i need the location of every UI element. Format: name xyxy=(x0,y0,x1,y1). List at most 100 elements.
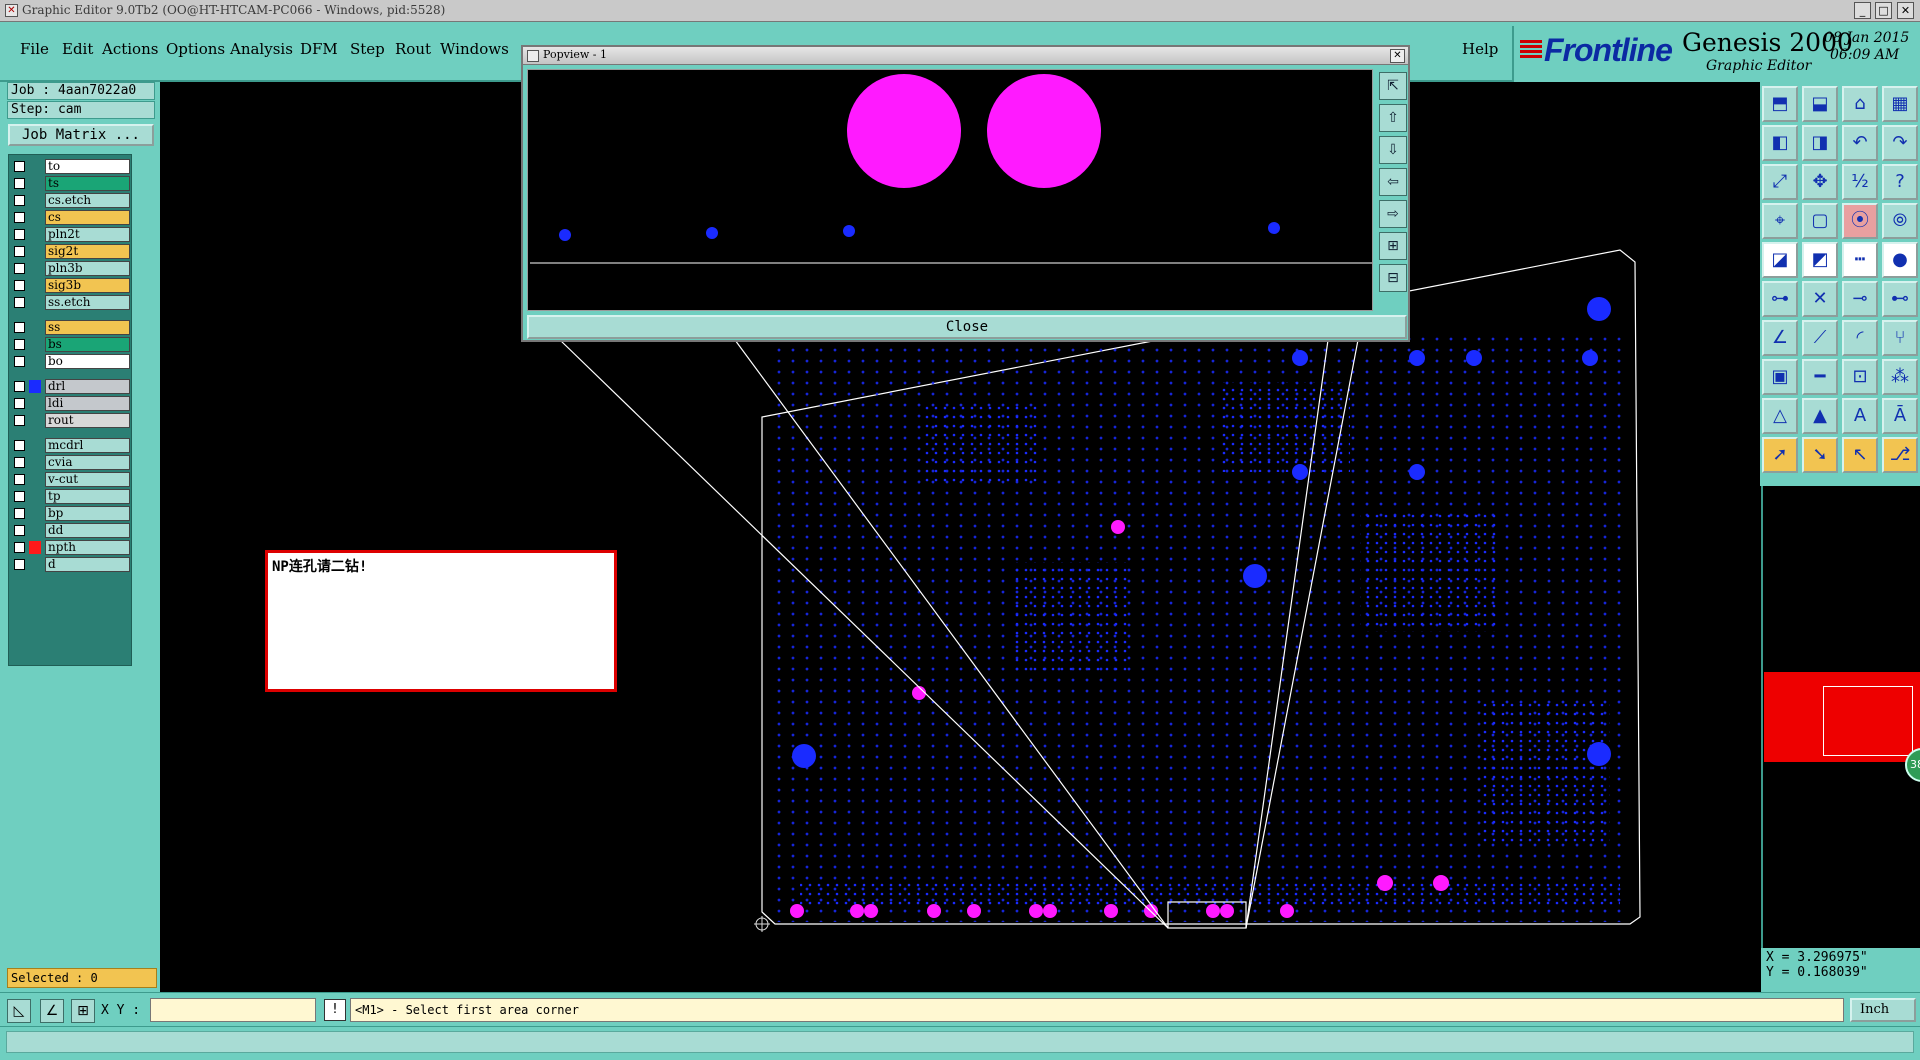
layer-row-d[interactable]: d xyxy=(12,557,130,572)
layer-row-to[interactable]: to xyxy=(12,159,130,174)
pointer2-icon[interactable]: ➘ xyxy=(1802,437,1838,473)
pad-icon[interactable]: ▣ xyxy=(1762,359,1798,395)
layer-checkbox[interactable] xyxy=(14,440,25,451)
zoom-center-icon[interactable]: ✥ xyxy=(1802,164,1838,200)
layer-row-drl[interactable]: drl xyxy=(12,379,130,394)
select-tool-icon[interactable]: ◺ xyxy=(7,999,31,1023)
layer-checkbox[interactable] xyxy=(14,195,25,206)
layer-row-ts[interactable]: ts xyxy=(12,176,130,191)
line-dash-icon[interactable]: ┅ xyxy=(1842,242,1878,278)
close-window-button[interactable]: ✕ xyxy=(1897,2,1914,19)
popview-right-icon[interactable]: ⇨ xyxy=(1379,200,1407,228)
layer-name[interactable]: sig2t xyxy=(45,244,130,259)
layer-name[interactable]: ss xyxy=(45,320,130,335)
layer-name[interactable]: bp xyxy=(45,506,130,521)
layer-checkbox[interactable] xyxy=(14,415,25,426)
layer-checkbox[interactable] xyxy=(14,491,25,502)
a-icon[interactable]: A xyxy=(1842,398,1878,434)
layer-checkbox[interactable] xyxy=(14,525,25,536)
popview-left-icon[interactable]: ⇦ xyxy=(1379,168,1407,196)
help-icon[interactable]: ? xyxy=(1882,164,1918,200)
layer-row-v-cut[interactable]: v-cut xyxy=(12,472,130,487)
layer-name[interactable]: ldi xyxy=(45,396,130,411)
layer-row-rout[interactable]: rout xyxy=(12,413,130,428)
maximize-button[interactable]: □ xyxy=(1875,2,1892,19)
layer-row-cs[interactable]: cs xyxy=(12,210,130,225)
layer-row-pln3b[interactable]: pln3b xyxy=(12,261,130,276)
layer-name[interactable]: dd xyxy=(45,523,130,538)
layer-row-pln2t[interactable]: pln2t xyxy=(12,227,130,242)
layer-name[interactable]: pln2t xyxy=(45,227,130,242)
layer-checkbox[interactable] xyxy=(14,229,25,240)
layer-name[interactable]: d xyxy=(45,557,130,572)
popview-close-button[interactable]: Close xyxy=(527,315,1407,339)
layer-checkbox[interactable] xyxy=(14,161,25,172)
popview-zoom-fit-icon[interactable]: ⇱ xyxy=(1379,72,1407,100)
layer-checkbox[interactable] xyxy=(14,322,25,333)
save-icon[interactable]: ⬓ xyxy=(1802,86,1838,122)
layer-checkbox[interactable] xyxy=(14,212,25,223)
layer-checkbox[interactable] xyxy=(14,381,25,392)
minimap[interactable]: 38 xyxy=(1761,486,1920,948)
menu-dfm[interactable]: DFM xyxy=(300,40,338,58)
pointer-icon[interactable]: ➚ xyxy=(1762,437,1798,473)
grid-icon[interactable]: ▦ xyxy=(1882,86,1918,122)
layer-row-ss[interactable]: ss xyxy=(12,320,130,335)
popview-zoom-in-icon[interactable]: ⊞ xyxy=(1379,232,1407,260)
feature-add-icon[interactable]: ◪ xyxy=(1762,242,1798,278)
zoom-fit-icon[interactable]: ⤢ xyxy=(1762,164,1798,200)
layer-name[interactable]: cs.etch xyxy=(45,193,130,208)
layer-checkbox[interactable] xyxy=(14,559,25,570)
layer-name[interactable]: cs xyxy=(45,210,130,225)
triangle-fill-icon[interactable]: ▲ xyxy=(1802,398,1838,434)
layer-row-sig3b[interactable]: sig3b xyxy=(12,278,130,293)
signal-red-icon[interactable]: ⦿ xyxy=(1842,203,1878,239)
layer-name[interactable]: v-cut xyxy=(45,472,130,487)
layer-checkbox[interactable] xyxy=(14,508,25,519)
layer-checkbox[interactable] xyxy=(14,246,25,257)
layer-row-ss-etch[interactable]: ss.etch xyxy=(12,295,130,310)
arc-icon[interactable]: ◜ xyxy=(1842,320,1878,356)
angle-icon[interactable]: ∠ xyxy=(1762,320,1798,356)
minimap-view-frame[interactable] xyxy=(1823,686,1913,756)
layer-checkbox[interactable] xyxy=(14,263,25,274)
signal-blue-icon[interactable]: ⦾ xyxy=(1882,203,1918,239)
measure-tool-icon[interactable]: ∠ xyxy=(40,999,64,1023)
layer-checkbox[interactable] xyxy=(14,457,25,468)
layer-checkbox[interactable] xyxy=(14,280,25,291)
next-icon[interactable]: ◨ xyxy=(1802,125,1838,161)
layer-name[interactable]: cvia xyxy=(45,455,130,470)
layer-name[interactable]: to xyxy=(45,159,130,174)
layer-checkbox[interactable] xyxy=(14,474,25,485)
layer-name[interactable]: sig3b xyxy=(45,278,130,293)
layer-name[interactable]: ss.etch xyxy=(45,295,130,310)
layer-name[interactable]: bo xyxy=(45,354,130,369)
segment-icon[interactable]: ━ xyxy=(1802,359,1838,395)
menu-analysis[interactable]: Analysis xyxy=(230,40,293,58)
layer-name[interactable]: mcdrl xyxy=(45,438,130,453)
layer-name[interactable]: bs xyxy=(45,337,130,352)
pointer3-icon[interactable]: ↖ xyxy=(1842,437,1878,473)
link-icon[interactable]: ⊸ xyxy=(1842,281,1878,317)
measure-icon[interactable]: ⌖ xyxy=(1762,203,1798,239)
link2-icon[interactable]: ⊷ xyxy=(1882,281,1918,317)
layer-row-ldi[interactable]: ldi xyxy=(12,396,130,411)
popview-close-x-button[interactable]: ✕ xyxy=(1390,49,1405,63)
layer-row-bp[interactable]: bp xyxy=(12,506,130,521)
fork-icon[interactable]: ⑂ xyxy=(1882,320,1918,356)
cluster-icon[interactable]: ⁂ xyxy=(1882,359,1918,395)
slope-icon[interactable]: ⟋ xyxy=(1802,320,1838,356)
connect-icon[interactable]: ⊶ xyxy=(1762,281,1798,317)
minimize-button[interactable]: _ xyxy=(1854,2,1871,19)
menu-options[interactable]: Options xyxy=(166,40,225,58)
box-icon[interactable]: ⊡ xyxy=(1842,359,1878,395)
circle-icon[interactable]: ● xyxy=(1882,242,1918,278)
layer-row-cs-etch[interactable]: cs.etch xyxy=(12,193,130,208)
layer-row-npth[interactable]: npth xyxy=(12,540,130,555)
job-matrix-button[interactable]: Job Matrix ... xyxy=(8,124,154,146)
layer-checkbox[interactable] xyxy=(14,339,25,350)
menu-windows[interactable]: Windows xyxy=(440,40,509,58)
layer-checkbox[interactable] xyxy=(14,297,25,308)
menu-rout[interactable]: Rout xyxy=(395,40,431,58)
layer-checkbox[interactable] xyxy=(14,178,25,189)
